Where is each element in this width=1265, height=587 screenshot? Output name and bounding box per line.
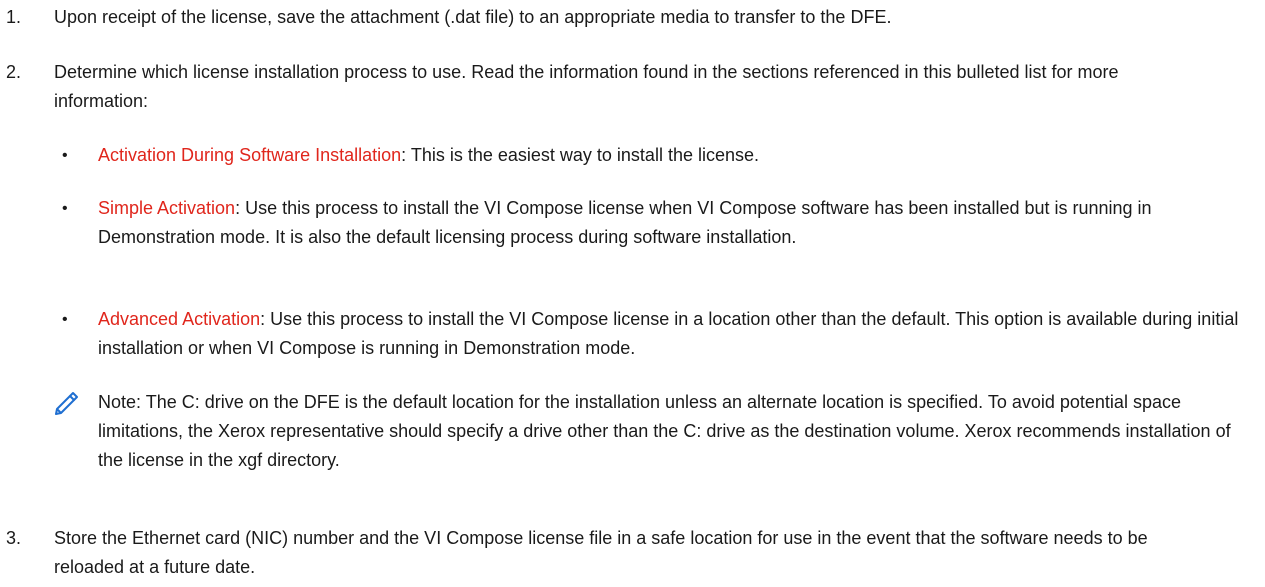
step-number: 2. (6, 62, 22, 82)
note-text: Note: The C: drive on the DFE is the def… (98, 392, 1231, 470)
bullet-dot: • (62, 200, 68, 217)
step-text: Upon receipt of the license, save the at… (54, 7, 892, 27)
document-page: 1. Upon receipt of the license, save the… (0, 0, 1265, 587)
bullet-text: Simple Activation: Use this process to i… (98, 194, 1248, 252)
bullet-description: : Use this process to install the VI Com… (98, 198, 1152, 247)
link-activation-during-software-installation[interactable]: Activation During Software Installation (98, 145, 401, 165)
bullet-description: : This is the easiest way to install the… (401, 145, 759, 165)
bullet-text: Activation During Software Installation:… (98, 141, 1248, 170)
bullet-dot: • (62, 311, 68, 328)
step-text: Store the Ethernet card (NIC) number and… (54, 528, 1148, 577)
step-text: Determine which license installation pro… (54, 62, 1119, 111)
step-number: 3. (6, 528, 22, 548)
pencil-icon (49, 384, 83, 418)
bullet-dot: • (62, 147, 68, 164)
link-advanced-activation[interactable]: Advanced Activation (98, 309, 260, 329)
link-simple-activation[interactable]: Simple Activation (98, 198, 235, 218)
step-number: 1. (6, 7, 22, 27)
bullet-description: : Use this process to install the VI Com… (98, 309, 1239, 358)
bullet-text: Advanced Activation: Use this process to… (98, 305, 1248, 363)
